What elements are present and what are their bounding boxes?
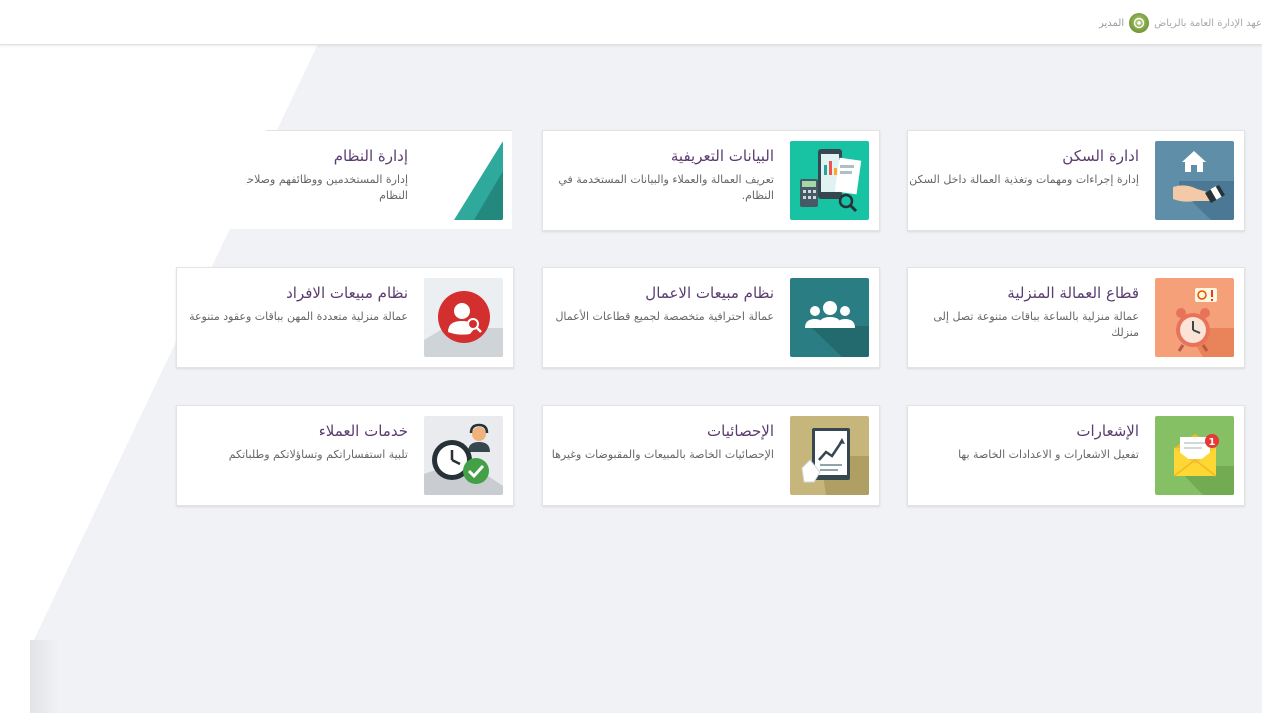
card-description: عمالة منزلية بالساعة بباقات متنوعة تصل إ… bbox=[933, 310, 1139, 339]
card-title: نظام مبيعات الاعمال bbox=[645, 284, 774, 302]
module-card-notifications[interactable]: 1 الإشعارات تفعيل الاشعارات و الاعدادات … bbox=[907, 405, 1245, 506]
organization-logo-icon bbox=[1129, 13, 1150, 33]
person-search-icon bbox=[424, 278, 503, 357]
card-title: قطاع العمالة المنزلية bbox=[1007, 284, 1139, 302]
card-title: خدمات العملاء bbox=[318, 422, 408, 440]
customer-service-icon bbox=[424, 416, 503, 495]
module-card-system-admin[interactable]: إدارة النظام إدارة المستخدمين ووظائفهم و… bbox=[179, 130, 512, 229]
user-name: المدير bbox=[1098, 17, 1125, 29]
documents-calculator-icon bbox=[790, 141, 869, 220]
module-card-customer-service[interactable]: خدمات العملاء تلبية استفساراتكم وتساؤلات… bbox=[176, 405, 514, 506]
organization-name: عهد الإدارة العامة بالرياض bbox=[1154, 17, 1262, 29]
users-group-icon bbox=[790, 278, 869, 357]
module-card-master-data[interactable]: البيانات التعريفية تعريف العمالة والعملا… bbox=[542, 130, 880, 231]
top-bar: المدير عهد الإدارة العامة بالرياض bbox=[0, 0, 1262, 45]
card-description: عمالة احترافية متخصصة لجميع قطاعات الأعم… bbox=[555, 310, 774, 323]
statistics-chart-icon bbox=[790, 416, 869, 495]
card-title: الإحصائيات bbox=[707, 422, 774, 440]
system-admin-icon bbox=[424, 141, 503, 220]
house-in-hand-icon bbox=[1155, 141, 1234, 220]
alarm-clock-icon bbox=[1155, 278, 1234, 357]
module-card-domestic-labor[interactable]: قطاع العمالة المنزلية عمالة منزلية بالسا… bbox=[907, 267, 1245, 368]
user-menu[interactable]: المدير عهد الإدارة العامة بالرياض bbox=[1099, 12, 1262, 34]
card-description: تلبية استفساراتكم وتساؤلاتكم وطلباتكم bbox=[228, 448, 408, 461]
card-description: إدارة المستخدمين ووظائفهم وصلاحياتهم وإع… bbox=[179, 173, 408, 202]
module-card-housing[interactable]: ادارة السكن إدارة إجراءات ومهمات وتغذية … bbox=[907, 130, 1245, 231]
card-title: نظام مبيعات الافراد bbox=[286, 284, 408, 302]
card-description: إدارة إجراءات ومهمات وتغذية العمالة داخل… bbox=[909, 173, 1139, 186]
envelope-notification-icon: 1 bbox=[1155, 416, 1234, 495]
card-title: ادارة السكن bbox=[1062, 147, 1139, 165]
card-title: البيانات التعريفية bbox=[670, 147, 774, 165]
card-title: إدارة النظام bbox=[333, 147, 408, 165]
svg-text:1: 1 bbox=[1209, 437, 1216, 448]
module-card-business-sales[interactable]: نظام مبيعات الاعمال عمالة احترافية متخصص… bbox=[542, 267, 880, 368]
card-description: عمالة منزلية متعددة المهن بباقات وعقود م… bbox=[189, 310, 408, 323]
card-description: الإحصائيات الخاصة بالمبيعات والمقبوضات و… bbox=[551, 448, 774, 461]
card-description: تفعيل الاشعارات و الاعدادات الخاصة بها bbox=[958, 448, 1139, 461]
background-shadow bbox=[30, 640, 60, 713]
module-card-statistics[interactable]: الإحصائيات الإحصائيات الخاصة بالمبيعات و… bbox=[542, 405, 880, 506]
card-title: الإشعارات bbox=[1076, 422, 1139, 440]
module-card-individual-sales[interactable]: نظام مبيعات الافراد عمالة منزلية متعددة … bbox=[176, 267, 514, 368]
card-description: تعريف العمالة والعملاء والبيانات المستخد… bbox=[558, 173, 774, 202]
